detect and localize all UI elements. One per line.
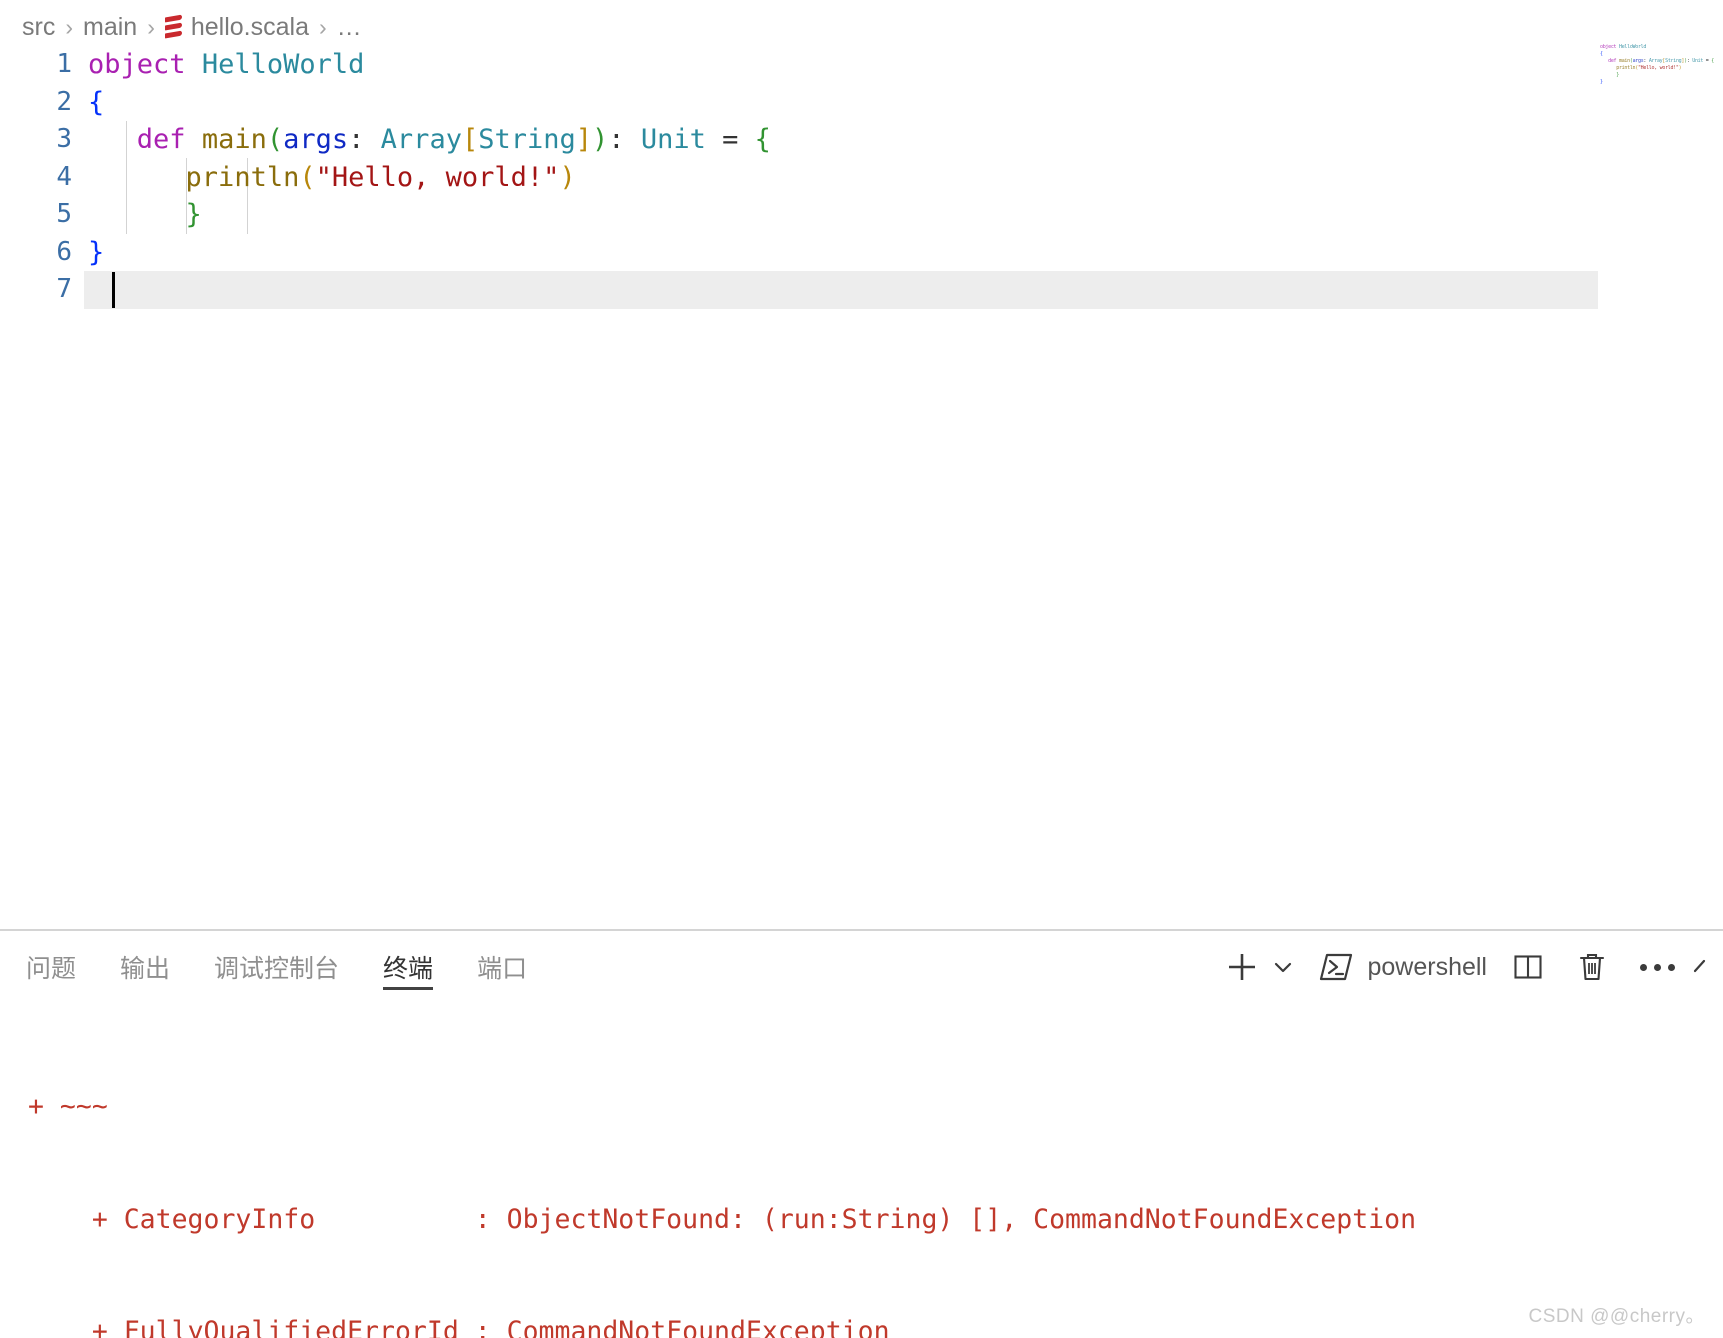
new-terminal-dropdown-button[interactable] [1265,943,1301,991]
panel-maximize-button[interactable] [1693,943,1719,991]
watermark: CSDN @@cherry。 [1528,1306,1705,1327]
chevron-icon [1693,959,1706,973]
token-equals: = [705,124,755,155]
breadcrumb-separator-icon: › [319,13,327,40]
active-terminal-item[interactable]: powershell [1317,948,1487,986]
token-paren-close: ) [592,124,609,155]
code-line-content: object HelloWorld [84,46,364,84]
code-line-content: def main(args: Array[String]): Unit = { [84,121,771,159]
terminal-line: + FullyQualifiedErrorId : CommandNotFoun… [28,1313,1723,1338]
text-cursor [112,272,115,308]
token-keyword-object: object [88,49,186,80]
ellipsis-icon [1639,963,1675,971]
token-type-unit: Unit [640,124,706,155]
token-paren-close: ) [559,161,576,193]
code-line[interactable]: 2 { [0,84,1723,122]
token-name-helloworld: HelloWorld [201,49,365,80]
scala-file-icon [164,14,182,39]
editor-region: src › main › hello.scala › … 1 object He… [0,0,1723,930]
line-number: 5 [56,199,72,229]
line-number: 7 [56,274,72,304]
line-number: 1 [56,49,72,79]
plus-icon [1229,954,1256,980]
kill-terminal-button[interactable] [1571,943,1613,991]
token-colon: : [608,124,641,155]
code-editor[interactable]: 1 object HelloWorld 2 { 3 def main(args:… [0,46,1723,930]
breadcrumb-item-src[interactable]: src [22,13,55,42]
panel-tabs: 问题 输出 调试控制台 终端 端口 [26,931,571,1003]
token-colon: : [348,124,381,155]
terminal-output[interactable]: + ~~~ + CategoryInfo : ObjectNotFound: (… [0,1003,1723,1338]
breadcrumb: src › main › hello.scala › … [22,10,362,44]
code-line-content: } [84,196,202,234]
powershell-icon [1320,953,1353,981]
chevron-down-icon [1275,962,1292,973]
token-brace-open-inner: { [754,124,771,155]
token-function-main: main [201,124,267,155]
token-string-hello-world: "Hello, world!" [315,161,560,193]
line-number: 6 [56,236,72,267]
code-line-current[interactable]: 7 [0,271,1723,309]
tab-debug-console[interactable]: 调试控制台 [214,931,339,1003]
tab-problems[interactable]: 问题 [26,931,76,1003]
token-brace-close-inner: } [185,199,202,230]
bottom-panel: 问题 输出 调试控制台 终端 端口 powershell + ~~~ + Cat… [0,931,1723,1338]
trash-icon [1579,953,1605,981]
token-function-println: println [185,161,300,193]
code-line[interactable]: 4 println("Hello, world!") [0,159,1723,197]
breadcrumb-separator-icon: › [65,13,73,40]
code-line-content: } [84,234,104,272]
breadcrumb-item-main[interactable]: main [83,13,137,42]
token-brace-close-outer: } [88,236,105,268]
line-number: 2 [56,86,72,117]
terminal-line: + ~~~ [28,1088,1723,1126]
new-terminal-button[interactable] [1219,943,1265,991]
breadcrumb-separator-icon: › [147,13,155,40]
token-param-args: args [283,124,349,155]
code-line[interactable]: 1 object HelloWorld [0,46,1723,84]
terminal-text: + ~~~ [28,1091,108,1122]
breadcrumb-item-hello-scala[interactable]: hello.scala [191,13,309,42]
line-number: 3 [56,124,72,154]
token-bracket-open: [ [461,124,479,155]
tab-terminal[interactable]: 终端 [383,931,434,1003]
terminal-shell-label: powershell [1367,952,1487,981]
code-line[interactable]: 6 } [0,234,1723,272]
code-line[interactable]: 3 def main(args: Array[String]): Unit = … [0,121,1723,159]
split-terminal-button[interactable] [1505,943,1551,991]
terminal-line: + CategoryInfo : ObjectNotFound: (run:St… [28,1201,1723,1239]
tab-ports[interactable]: 端口 [477,931,527,1003]
line-number: 4 [56,161,72,192]
token-paren-open: ( [266,124,284,155]
token-bracket-close: ] [575,124,593,155]
tab-output[interactable]: 输出 [120,931,170,1003]
token-paren-open: ( [299,161,316,193]
code-line-content: { [84,84,104,122]
split-editor-icon [1514,955,1542,979]
code-line[interactable]: 5 } [0,196,1723,234]
panel-header: 问题 输出 调试控制台 终端 端口 powershell [0,931,1723,1003]
terminal-text: + CategoryInfo : ObjectNotFound: (run:St… [28,1203,1417,1235]
token-type-array: Array [380,124,462,155]
breadcrumb-item-overflow[interactable]: … [337,13,362,42]
current-line-highlight [84,271,1598,309]
token-brace-open-outer: { [88,86,105,118]
panel-actions: powershell [1211,931,1723,1003]
panel-more-actions-button[interactable] [1635,943,1679,991]
code-line-content: println("Hello, world!") [84,159,576,197]
terminal-text: + FullyQualifiedErrorId : CommandNotFoun… [28,1316,890,1338]
token-type-string: String [478,124,576,155]
token-keyword-def: def [136,124,186,155]
vscode-window: src › main › hello.scala › … 1 object He… [0,0,1723,1338]
